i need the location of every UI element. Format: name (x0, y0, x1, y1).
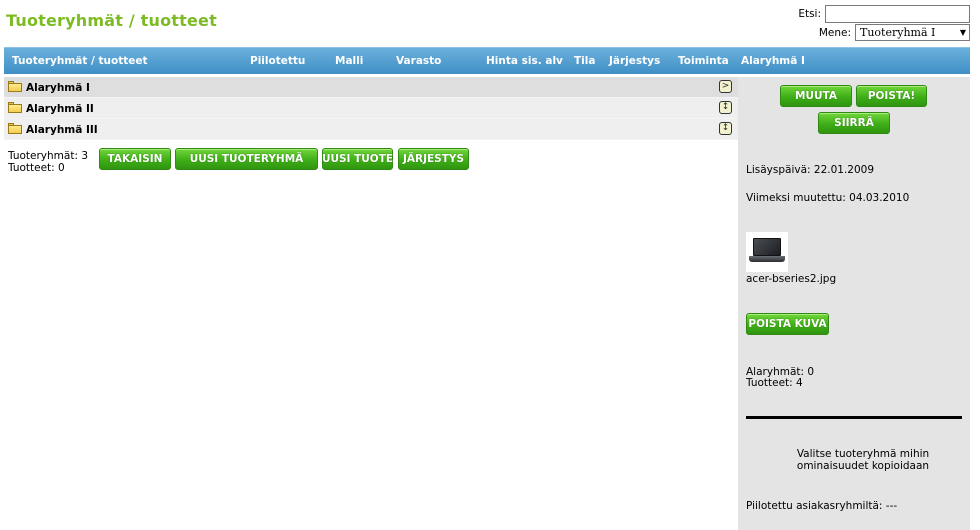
product-count: Tuotteet: 0 (8, 162, 65, 174)
group-label[interactable]: Alaryhmä I (26, 82, 90, 94)
goto-row: Mene: Tuoteryhmä I ▼ (819, 24, 970, 41)
search-label: Etsi: (798, 8, 821, 20)
folder-icon (8, 102, 22, 113)
folder-icon (8, 81, 22, 92)
arrow-right-icon[interactable]: > (719, 80, 732, 93)
page-title: Tuoteryhmät / tuotteet (6, 11, 217, 30)
image-filename: acer-bseries2.jpg (746, 273, 837, 285)
column-header-stock[interactable]: Varasto (396, 55, 441, 67)
column-header-price[interactable]: Hinta sis. alv (486, 55, 563, 67)
delete-button[interactable]: POISTA! (856, 85, 927, 107)
product-image-thumbnail[interactable] (746, 232, 788, 272)
column-header-hidden[interactable]: Piilotettu (250, 55, 305, 67)
new-group-button[interactable]: UUSI TUOTERYHMÄ (175, 148, 318, 170)
column-header-bar: Tuoteryhmät / tuotteet Piilotettu Malli … (4, 47, 970, 74)
column-header-name[interactable]: Tuoteryhmät / tuotteet (12, 55, 148, 67)
search-input[interactable] (825, 5, 970, 23)
list-item[interactable]: Alaryhmä I > (4, 77, 738, 98)
chevron-down-icon: ▼ (959, 28, 966, 37)
column-header-model[interactable]: Malli (335, 55, 363, 67)
goto-select[interactable]: Tuoteryhmä I ▼ (855, 24, 970, 41)
divider (746, 416, 962, 419)
goto-label: Mene: (818, 26, 851, 39)
group-list: Alaryhmä I > Alaryhmä II ↕ Alaryhmä III … (4, 77, 738, 140)
group-label[interactable]: Alaryhmä II (26, 103, 94, 115)
list-item[interactable]: Alaryhmä III ↕ (4, 119, 738, 140)
move-button[interactable]: SIIRRÄ (818, 112, 890, 134)
hidden-from-groups: Piilotettu asiakasryhmiltä: --- (746, 500, 898, 512)
list-counts: Tuoteryhmät: 3 Tuotteet: 0 (8, 150, 88, 174)
column-header-order[interactable]: Järjestys (609, 55, 660, 67)
delete-image-button[interactable]: POISTA KUVA (746, 313, 829, 335)
sort-icon[interactable]: ↕ (719, 101, 732, 114)
group-label[interactable]: Alaryhmä III (26, 124, 98, 136)
list-item[interactable]: Alaryhmä II ↕ (4, 98, 738, 119)
folder-icon (8, 123, 22, 134)
goto-selected-value: Tuoteryhmä I (860, 26, 936, 39)
laptop-image (753, 238, 781, 256)
column-header-status[interactable]: Tila (574, 55, 595, 67)
added-date: Lisäyspäivä: 22.01.2009 (746, 164, 875, 176)
column-header-current-group: Alaryhmä I (741, 55, 805, 67)
search-row: Etsi: (798, 5, 970, 23)
edit-button[interactable]: MUUTA (780, 85, 852, 107)
copy-instructions: Valitse tuoteryhmä mihin ominaisuudet ko… (796, 448, 930, 472)
sidebar-product-count: Tuotteet: 4 (746, 377, 803, 389)
column-header-action[interactable]: Toiminta (678, 55, 729, 67)
order-button[interactable]: JÄRJESTYS (398, 148, 469, 170)
group-count: Tuoteryhmät: 3 (8, 150, 88, 162)
modified-date: Viimeksi muutettu: 04.03.2010 (746, 192, 910, 204)
sort-icon[interactable]: ↕ (719, 122, 732, 135)
details-sidebar: MUUTA POISTA! SIIRRÄ Lisäyspäivä: 22.01.… (738, 77, 970, 530)
new-product-button[interactable]: UUSI TUOTE (322, 148, 393, 170)
back-button[interactable]: TAKAISIN (99, 148, 171, 170)
